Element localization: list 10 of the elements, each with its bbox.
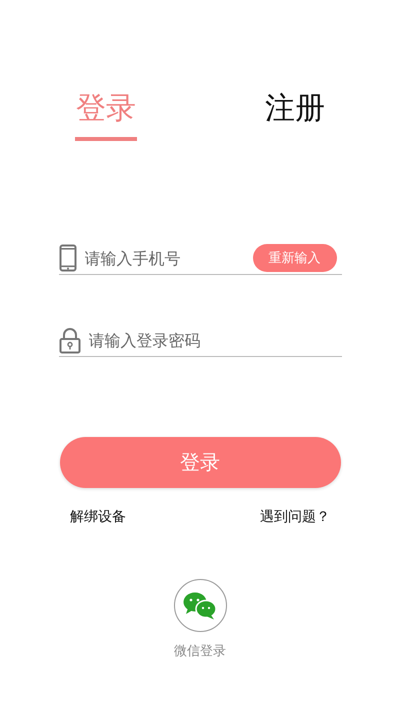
link[interactable]: 解绑设备 — [70, 508, 126, 526]
phone-input[interactable]: 请输入手机号 — [84, 244, 244, 272]
wechat-login-label: 微信登录 — [174, 643, 226, 660]
phone-icon — [58, 244, 76, 272]
lock-icon — [58, 327, 80, 354]
link[interactable]: 遇到问题？ — [260, 508, 330, 526]
chat-bubbles-icon — [183, 592, 217, 620]
password-input[interactable]: 请输入登录密码 — [88, 327, 342, 354]
wechat-button[interactable] — [174, 579, 226, 632]
tab[interactable]: 注册 — [265, 88, 325, 141]
